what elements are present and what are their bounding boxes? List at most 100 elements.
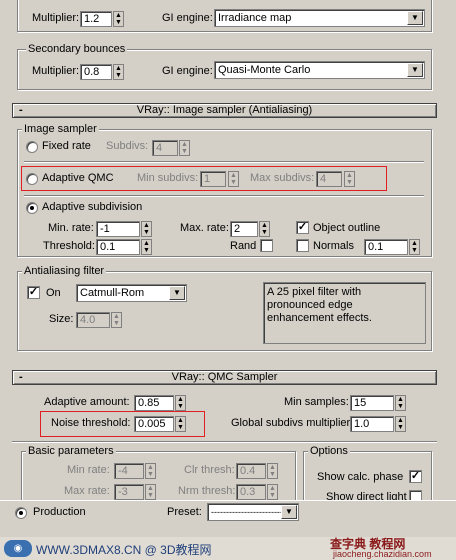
chevron-down-icon: ▼ bbox=[407, 11, 423, 25]
normals-label: Normals bbox=[313, 240, 354, 252]
min-samples-label: Min samples: bbox=[284, 396, 349, 408]
basic-min-rate-spinner[interactable]: ▲ ▼ bbox=[145, 463, 156, 479]
rollout-separator bbox=[12, 441, 437, 443]
subdivs-spinner[interactable]: ▲ ▼ bbox=[179, 140, 190, 156]
fixed-rate-radio[interactable] bbox=[26, 141, 38, 153]
collapse-icon: - bbox=[19, 104, 23, 116]
image-sampler-rollout-title: VRay:: Image sampler (Antialiasing) bbox=[136, 104, 313, 116]
max-subdivs-spinner[interactable]: ▲ ▼ bbox=[344, 171, 355, 187]
min-subdivs-field[interactable]: 1 bbox=[200, 171, 226, 187]
subdivs-field[interactable]: 4 bbox=[152, 140, 178, 156]
object-outline-label: Object outline bbox=[313, 222, 381, 234]
nrm-thresh-spinner[interactable]: ▲ ▼ bbox=[267, 484, 278, 500]
secondary-multiplier-spinner[interactable]: ▲ ▼ bbox=[113, 64, 124, 80]
min-samples-field[interactable]: 15 bbox=[350, 395, 394, 411]
primary-gi-engine-value: Irradiance map bbox=[218, 12, 292, 24]
max-subdivs-label: Max subdivs: bbox=[250, 172, 315, 184]
adaptive-subdivision-radio[interactable] bbox=[26, 202, 38, 214]
threshold-spinner[interactable]: ▲ ▼ bbox=[141, 239, 152, 255]
chevron-down-icon: ▼ bbox=[281, 505, 297, 519]
global-subdivs-spinner[interactable]: ▲ ▼ bbox=[395, 416, 406, 432]
basic-max-rate-spinner[interactable]: ▲ ▼ bbox=[145, 484, 156, 500]
basic-parameters-title: Basic parameters bbox=[26, 445, 116, 457]
nrm-thresh-label: Nrm thresh: bbox=[178, 485, 236, 497]
collapse-icon: - bbox=[19, 371, 23, 383]
filter-on-checkbox[interactable]: ✓ bbox=[27, 286, 40, 299]
secondary-multiplier-field[interactable]: 0.8 bbox=[80, 64, 112, 80]
basic-min-rate-field[interactable]: -4 bbox=[114, 463, 144, 479]
global-subdivs-field[interactable]: 1.0 bbox=[350, 416, 394, 432]
filter-on-label: On bbox=[46, 287, 61, 299]
production-label: Production bbox=[33, 506, 86, 518]
min-rate-label: Min. rate: bbox=[48, 222, 94, 234]
image-sampler-title: Image sampler bbox=[22, 123, 99, 135]
secondary-bounces-title: Secondary bounces bbox=[26, 43, 128, 55]
nrm-thresh-field[interactable]: 0.3 bbox=[236, 484, 266, 500]
qmc-sampler-rollout-header[interactable]: - VRay:: QMC Sampler bbox=[12, 370, 437, 385]
adaptive-amount-label: Adaptive amount: bbox=[44, 396, 130, 408]
noise-threshold-field[interactable]: 0.005 bbox=[134, 416, 174, 432]
watermark-bar: ◉ WWW.3DMAX8.CN @ 3D教程网 查字典 教程网 jiaochen… bbox=[0, 537, 456, 560]
primary-multiplier-spinner[interactable]: ▲ ▼ bbox=[113, 11, 124, 27]
clr-thresh-label: Clr thresh: bbox=[184, 464, 235, 476]
max-subdivs-field[interactable]: 4 bbox=[316, 171, 342, 187]
adaptive-amount-spinner[interactable]: ▲ ▼ bbox=[175, 395, 186, 411]
chevron-down-icon: ▼ bbox=[407, 63, 423, 77]
normals-checkbox[interactable] bbox=[296, 239, 309, 252]
threshold-label: Threshold: bbox=[43, 240, 95, 252]
normals-spinner[interactable]: ▲ ▼ bbox=[409, 239, 420, 255]
max-rate-spinner[interactable]: ▲ ▼ bbox=[259, 221, 270, 237]
filter-size-spinner[interactable]: ▲ ▼ bbox=[111, 312, 122, 328]
divider bbox=[24, 195, 424, 197]
antialiasing-filter-title: Antialiasing filter bbox=[22, 265, 107, 277]
show-calc-phase-checkbox[interactable]: ✓ bbox=[409, 470, 422, 483]
secondary-gi-engine-value: Quasi-Monte Carlo bbox=[218, 64, 311, 76]
image-sampler-rollout-header[interactable]: - VRay:: Image sampler (Antialiasing) bbox=[12, 103, 437, 118]
preset-dropdown[interactable]: ---------------------------- ▼ bbox=[207, 503, 299, 521]
subdivs-label: Subdivs: bbox=[106, 140, 149, 152]
divider bbox=[24, 161, 424, 163]
rand-checkbox[interactable] bbox=[260, 239, 273, 252]
primary-gi-engine-label: GI engine: bbox=[162, 12, 213, 24]
noise-threshold-spinner[interactable]: ▲ ▼ bbox=[175, 416, 186, 432]
basic-min-rate-label: Min rate: bbox=[67, 464, 110, 476]
max-rate-field[interactable]: 2 bbox=[230, 221, 258, 237]
object-outline-checkbox[interactable]: ✓ bbox=[296, 221, 309, 234]
adaptive-qmc-radio[interactable] bbox=[26, 173, 38, 185]
threshold-field[interactable]: 0.1 bbox=[96, 239, 140, 255]
min-subdivs-label: Min subdivs: bbox=[137, 172, 199, 184]
adaptive-amount-field[interactable]: 0.85 bbox=[134, 395, 174, 411]
clr-thresh-field[interactable]: 0.4 bbox=[236, 463, 266, 479]
filter-size-field[interactable]: 4.0 bbox=[76, 312, 110, 328]
basic-max-rate-field[interactable]: -3 bbox=[114, 484, 144, 500]
normals-field[interactable]: 0.1 bbox=[364, 239, 408, 255]
rand-label: Rand bbox=[230, 240, 257, 252]
primary-multiplier-field[interactable]: 1.2 bbox=[80, 11, 112, 27]
qmc-sampler-rollout-title: VRay:: QMC Sampler bbox=[171, 371, 278, 383]
min-rate-field[interactable]: -1 bbox=[96, 221, 140, 237]
production-radio[interactable] bbox=[15, 507, 27, 519]
min-subdivs-spinner[interactable]: ▲ ▼ bbox=[228, 171, 239, 187]
max-rate-label: Max. rate: bbox=[180, 222, 229, 234]
filter-type-value: Catmull-Rom bbox=[80, 287, 145, 299]
global-subdivs-label: Global subdivs multiplier: bbox=[231, 417, 354, 429]
watermark-left-text: WWW.3DMAX8.CN @ 3D教程网 bbox=[36, 543, 212, 557]
preset-label: Preset: bbox=[167, 506, 202, 518]
primary-multiplier-label: Multiplier: bbox=[32, 12, 80, 24]
secondary-multiplier-label: Multiplier: bbox=[32, 65, 80, 77]
clr-thresh-spinner[interactable]: ▲ ▼ bbox=[267, 463, 278, 479]
noise-threshold-label: Noise threshold: bbox=[51, 417, 131, 429]
watermark-logo-icon: ◉ bbox=[4, 540, 32, 557]
show-calc-phase-label: Show calc. phase bbox=[317, 471, 404, 483]
options-title: Options bbox=[308, 445, 350, 457]
filter-type-dropdown[interactable]: Catmull-Rom ▼ bbox=[76, 284, 187, 302]
primary-gi-engine-dropdown[interactable]: Irradiance map ▼ bbox=[214, 9, 425, 27]
secondary-gi-engine-dropdown[interactable]: Quasi-Monte Carlo ▼ bbox=[214, 61, 425, 79]
adaptive-subdivision-label: Adaptive subdivision bbox=[42, 201, 143, 213]
adaptive-qmc-label: Adaptive QMC bbox=[42, 172, 114, 184]
chevron-down-icon: ▼ bbox=[169, 286, 185, 300]
watermark-right-bottom: jiaocheng.chazidian.com bbox=[333, 549, 432, 559]
min-rate-spinner[interactable]: ▲ ▼ bbox=[141, 221, 152, 237]
min-samples-spinner[interactable]: ▲ ▼ bbox=[395, 395, 406, 411]
filter-size-label: Size: bbox=[49, 313, 74, 325]
